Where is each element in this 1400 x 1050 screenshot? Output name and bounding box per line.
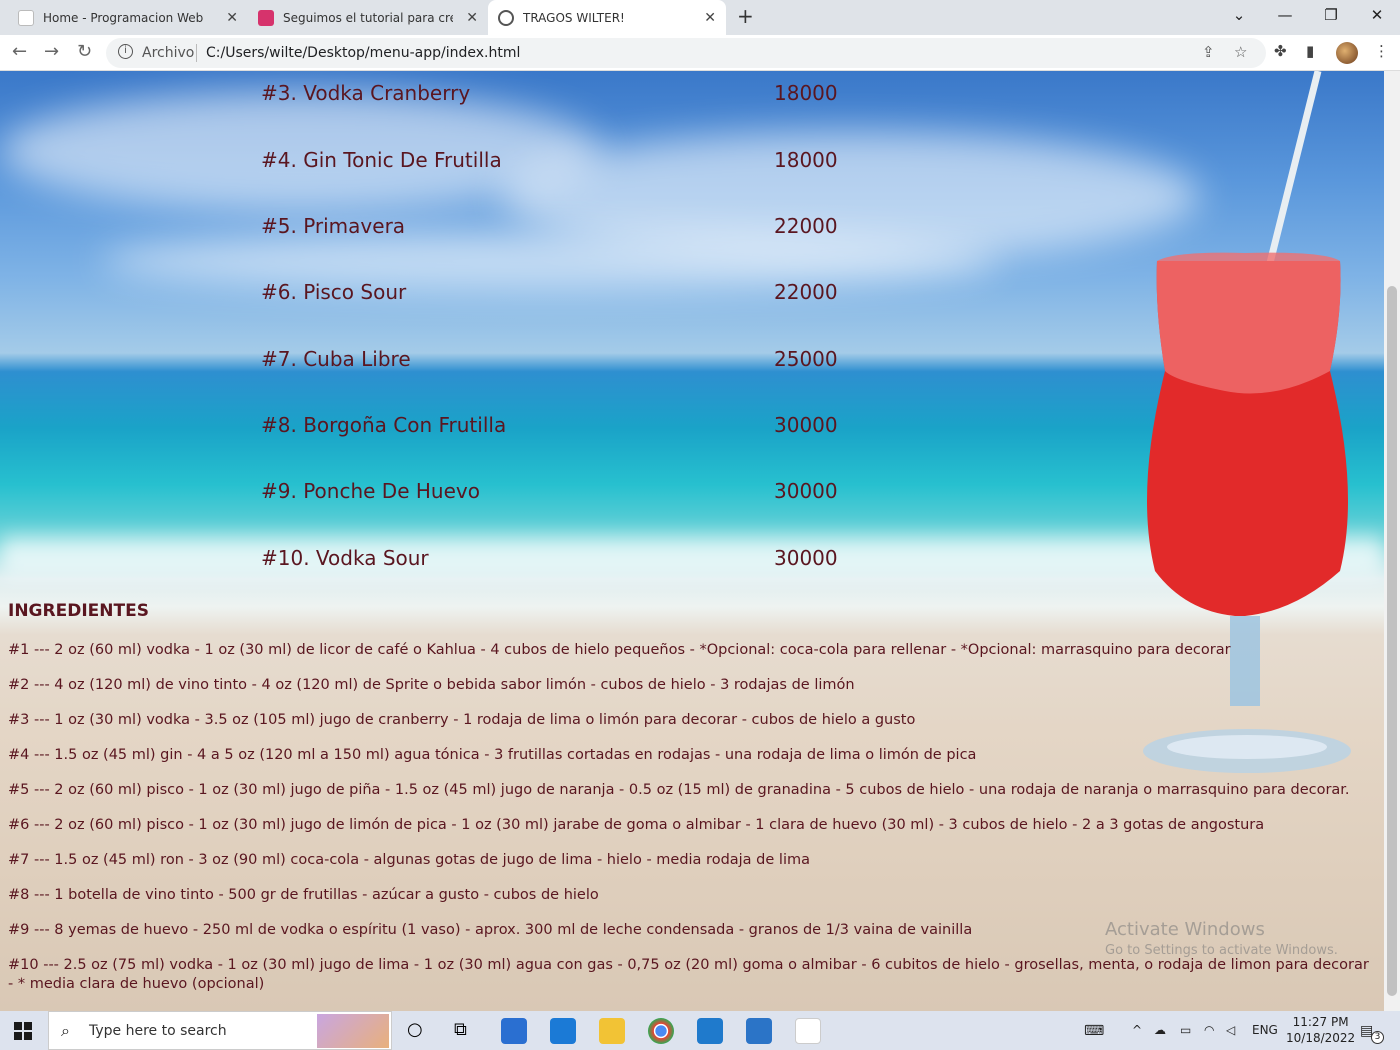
drink-name: #5. Primavera	[261, 214, 406, 238]
forward-icon[interactable]: →	[44, 41, 59, 62]
menu-item: #10. Vodka Sour 30000	[261, 546, 838, 576]
activate-windows-subtitle: Go to Settings to activate Windows.	[1105, 943, 1338, 958]
menu-item: #9. Ponche De Huevo 30000	[261, 479, 838, 509]
ingredient-line: #10 --- 2.5 oz (75 ml) vodka - 1 oz (30 …	[8, 957, 1369, 992]
notification-badge: 3	[1371, 1031, 1384, 1044]
ingredient-line: #8 --- 1 botella de vino tinto - 500 gr …	[8, 887, 599, 903]
clock-time: 11:27 PM	[1292, 1015, 1349, 1029]
drink-name: #3. Vodka Cranberry	[261, 81, 471, 105]
divider	[196, 44, 197, 62]
info-icon[interactable]: i	[118, 44, 133, 59]
site-favicon-icon	[258, 9, 274, 26]
drink-price: 18000	[774, 148, 838, 172]
menu-item: #3. Vodka Cranberry 18000	[261, 81, 838, 111]
extensions-icon[interactable]: ✤	[1274, 42, 1287, 60]
drink-name: #8. Borgoña Con Frutilla	[261, 413, 507, 437]
close-tab-icon[interactable]: ✕	[466, 10, 478, 26]
drink-name: #10. Vodka Sour	[261, 546, 429, 570]
ingredients-heading: INGREDIENTES	[8, 601, 149, 621]
tab-home[interactable]: Home - Programacion Web ✕	[8, 0, 248, 35]
drink-price: 25000	[774, 347, 838, 371]
language-indicator[interactable]: ENG	[1252, 1023, 1278, 1037]
ingredient-line: #7 --- 1.5 oz (45 ml) ron - 3 oz (90 ml)…	[8, 852, 810, 868]
side-panel-icon[interactable]: ▮	[1306, 42, 1314, 60]
task-view-icon[interactable]: ⧉	[454, 1019, 467, 1040]
menu-item: #4. Gin Tonic De Frutilla 18000	[261, 148, 838, 178]
activate-windows-title: Activate Windows	[1105, 919, 1265, 940]
chevron-up-icon[interactable]: ^	[1132, 1023, 1142, 1037]
wifi-icon[interactable]: ◠	[1204, 1023, 1214, 1037]
menu-item: #8. Borgoña Con Frutilla 30000	[261, 413, 838, 443]
search-icon: ⌕	[61, 1021, 70, 1040]
taskbar: ⌕ Type here to search ○ ⧉ ⌨ ^ ☁ ▭ ◠ ◁ EN…	[0, 1011, 1400, 1050]
keyboard-icon[interactable]: ⌨	[1084, 1023, 1104, 1039]
clock-date: 10/18/2022	[1286, 1031, 1356, 1045]
drink-price: 30000	[774, 413, 838, 437]
profile-avatar[interactable]	[1336, 42, 1358, 64]
bookmark-star-icon[interactable]: ☆	[1234, 43, 1247, 61]
site-favicon-icon	[18, 9, 34, 26]
back-icon[interactable]: ←	[12, 41, 27, 62]
more-menu-icon[interactable]: ⋮	[1374, 42, 1389, 60]
drink-name: #4. Gin Tonic De Frutilla	[261, 148, 502, 172]
clock[interactable]: 11:27 PM 10/18/2022	[1286, 1014, 1355, 1046]
tab-search-icon[interactable]: ⌄	[1216, 0, 1262, 32]
ingredient-line: #5 --- 2 oz (60 ml) pisco - 1 oz (30 ml)…	[8, 782, 1350, 798]
toolbar: ← → ↻ i Archivo C:/Users/wilte/Desktop/m…	[0, 35, 1400, 71]
url-scheme: Archivo	[142, 45, 195, 61]
ingredient-line: #6 --- 2 oz (60 ml) pisco - 1 oz (30 ml)…	[8, 817, 1265, 833]
tab-title: Seguimos el tutorial para crear nu	[283, 10, 453, 25]
scrollbar[interactable]	[1384, 71, 1400, 1011]
windows-start-icon[interactable]	[14, 1022, 32, 1040]
mail-icon[interactable]	[550, 1018, 576, 1044]
tab-tutorial[interactable]: Seguimos el tutorial para crear nu ✕	[248, 0, 488, 35]
battery-icon[interactable]: ▭	[1180, 1023, 1191, 1037]
restore-icon[interactable]: ❐	[1308, 0, 1354, 32]
search-highlight-image	[317, 1014, 389, 1048]
ingredient-line: #2 --- 4 oz (120 ml) de vino tinto - 4 o…	[8, 677, 855, 693]
photos-icon[interactable]	[746, 1018, 772, 1044]
drink-name: #6. Pisco Sour	[261, 280, 407, 304]
address-bar[interactable]: i Archivo C:/Users/wilte/Desktop/menu-ap…	[106, 38, 1266, 68]
drink-price: 22000	[774, 280, 838, 304]
close-window-icon[interactable]: ✕	[1354, 0, 1400, 32]
drink-name: #7. Cuba Libre	[261, 347, 411, 371]
ingredient-line: #1 --- 2 oz (60 ml) vodka - 1 oz (30 ml)…	[8, 642, 1231, 658]
vscode-icon[interactable]	[697, 1018, 723, 1044]
search-placeholder: Type here to search	[89, 1023, 227, 1039]
url-text[interactable]: C:/Users/wilte/Desktop/menu-app/index.ht…	[206, 45, 520, 61]
file-explorer-icon[interactable]	[599, 1018, 625, 1044]
reload-icon[interactable]: ↻	[77, 41, 92, 62]
menu-item: #6. Pisco Sour 22000	[261, 280, 838, 310]
cortana-icon[interactable]: ○	[407, 1019, 423, 1040]
page-background: #3. Vodka Cranberry 18000 #4. Gin Tonic …	[0, 71, 1384, 1011]
menu-item: #7. Cuba Libre 25000	[261, 347, 838, 377]
new-tab-icon[interactable]: +	[737, 4, 754, 28]
ingredient-line: #3 --- 1 oz (30 ml) vodka - 3.5 oz (105 …	[8, 712, 916, 728]
drink-price: 30000	[774, 479, 838, 503]
close-tab-icon[interactable]: ✕	[704, 10, 716, 26]
minimize-icon[interactable]: —	[1262, 0, 1308, 32]
volume-icon[interactable]: ◁	[1226, 1023, 1235, 1037]
store-icon[interactable]	[501, 1018, 527, 1044]
cloud-icon[interactable]: ☁	[1154, 1023, 1166, 1037]
chrome-icon[interactable]	[648, 1018, 674, 1044]
tab-strip: Home - Programacion Web ✕ Seguimos el tu…	[0, 0, 1400, 35]
taskbar-search-box[interactable]: ⌕ Type here to search	[48, 1011, 392, 1050]
scrollbar-thumb[interactable]	[1387, 286, 1397, 996]
tab-tragos-wilter[interactable]: TRAGOS WILTER! ✕	[488, 0, 726, 35]
close-tab-icon[interactable]: ✕	[226, 10, 238, 26]
drink-price: 30000	[774, 546, 838, 570]
menu-item: #5. Primavera 22000	[261, 214, 838, 244]
ingredient-line: #4 --- 1.5 oz (45 ml) gin - 4 a 5 oz (12…	[8, 747, 977, 763]
globe-icon	[498, 9, 514, 26]
drink-price: 18000	[774, 81, 838, 105]
drink-price: 22000	[774, 214, 838, 238]
tab-title: Home - Programacion Web	[43, 10, 204, 25]
tab-title: TRAGOS WILTER!	[523, 10, 625, 25]
drink-name: #9. Ponche De Huevo	[261, 479, 480, 503]
slack-icon[interactable]	[795, 1018, 821, 1044]
share-icon[interactable]: ⇪	[1202, 43, 1215, 61]
